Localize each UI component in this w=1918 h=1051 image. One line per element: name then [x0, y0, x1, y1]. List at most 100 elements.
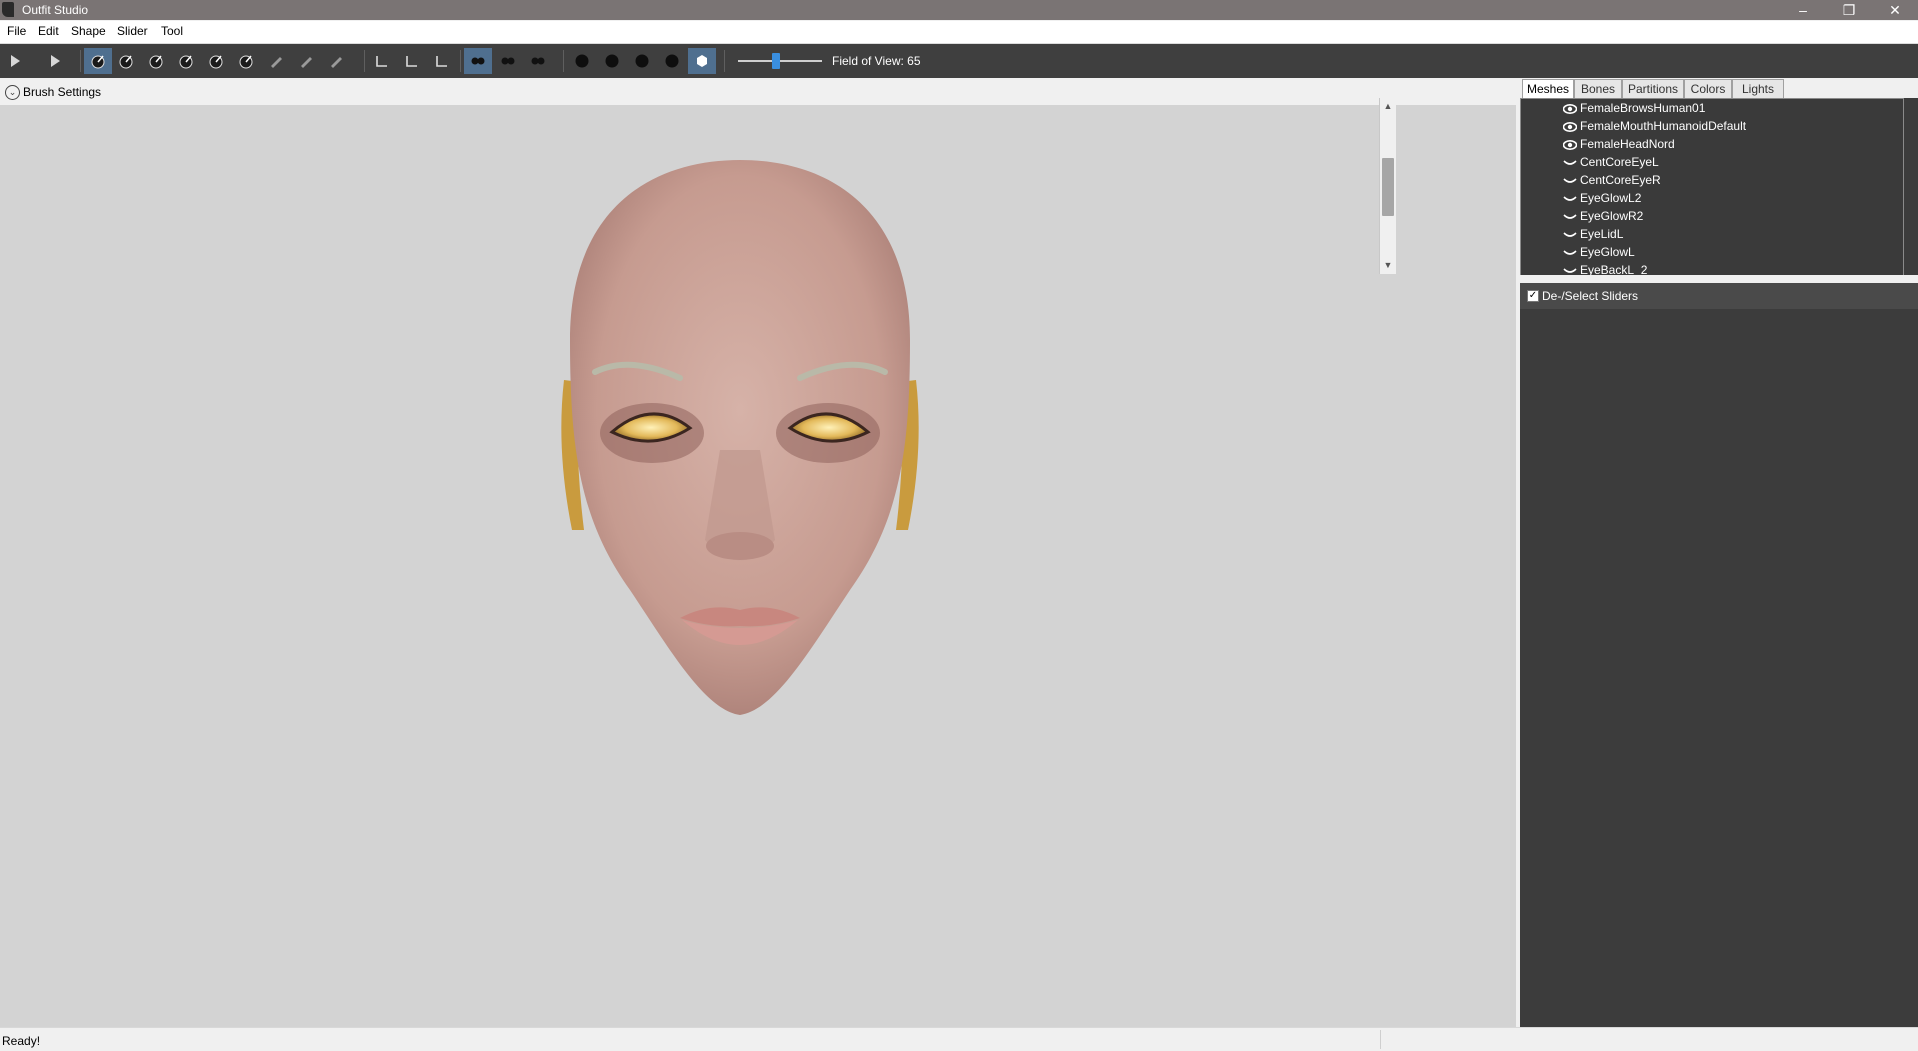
deflate-brush-icon: [179, 55, 193, 69]
mask-visible-button[interactable]: [688, 48, 716, 74]
closed-eye-icon[interactable]: [1563, 176, 1577, 186]
color-paint-button[interactable]: [292, 48, 320, 74]
scroll-down-icon[interactable]: ▼: [1383, 260, 1393, 270]
menu-file[interactable]: File: [7, 24, 26, 38]
mesh-item[interactable]: EyeBackL_2: [1563, 261, 1647, 275]
scrollbar-thumb[interactable]: [1382, 158, 1394, 216]
select-tool-button[interactable]: [2, 48, 30, 74]
smooth-brush-button[interactable]: [232, 48, 260, 74]
collapse-vertex-icon: [376, 56, 387, 67]
connected-only-icon: [501, 57, 515, 65]
mesh-name: CentCoreEyeR: [1580, 173, 1661, 187]
weight-paint-icon: [271, 57, 282, 68]
transform-tool-button[interactable]: [42, 48, 70, 74]
edge-tool-icon: [436, 56, 447, 67]
standard-brush-button[interactable]: [84, 48, 112, 74]
minimize-button[interactable]: –: [1780, 0, 1826, 20]
transform-tool-icon: [51, 55, 60, 67]
move-brush-button[interactable]: [202, 48, 230, 74]
tab-bones[interactable]: Bones: [1574, 79, 1622, 98]
textures-icon: [665, 54, 679, 68]
toolbar-separator: [563, 50, 564, 72]
mesh-name: FemaleBrowsHuman01: [1580, 101, 1706, 115]
tab-lights[interactable]: Lights: [1732, 79, 1784, 98]
3d-viewport[interactable]: [0, 105, 1516, 1027]
closed-eye-icon[interactable]: [1563, 194, 1577, 204]
status-bar: Ready!: [0, 1027, 1918, 1051]
closed-eye-icon[interactable]: [1563, 230, 1577, 240]
fov-slider-thumb[interactable]: [772, 53, 780, 69]
mesh-name: CentCoreEyeL: [1580, 155, 1659, 169]
eye-icon[interactable]: [1563, 139, 1577, 150]
wireframe-icon: [605, 54, 619, 68]
chevron-down-icon[interactable]: ⌄: [5, 85, 20, 100]
mesh-item[interactable]: CentCoreEyeL: [1563, 153, 1659, 171]
select-tool-icon: [11, 55, 20, 67]
lighting-icon: [635, 54, 649, 68]
connected-only-button[interactable]: [494, 48, 522, 74]
sliders-header-label: De-/Select Sliders: [1542, 289, 1639, 303]
mask-brush-button[interactable]: [112, 48, 140, 74]
status-text: Ready!: [2, 1034, 41, 1048]
menu-slider[interactable]: Slider: [117, 24, 148, 38]
fov-slider-track: [738, 60, 822, 62]
edge-tool-button[interactable]: [428, 48, 456, 74]
mesh-item[interactable]: FemaleMouthHumanoidDefault: [1563, 117, 1746, 135]
menu-edit[interactable]: Edit: [38, 24, 59, 38]
show-points-button[interactable]: [568, 48, 596, 74]
menu-tool[interactable]: Tool: [161, 24, 183, 38]
mesh-name: FemaleMouthHumanoidDefault: [1580, 119, 1747, 133]
global-brush-icon: [531, 57, 545, 65]
lighting-button[interactable]: [628, 48, 656, 74]
eye-icon[interactable]: [1563, 103, 1577, 114]
tab-colors[interactable]: Colors: [1684, 79, 1732, 98]
collapse-vertex-button[interactable]: [368, 48, 396, 74]
toolbar-separator: [364, 50, 365, 72]
mesh-item[interactable]: CentCoreEyeR: [1563, 171, 1661, 189]
closed-eye-icon[interactable]: [1563, 248, 1577, 258]
panel-splitter[interactable]: [1520, 275, 1918, 283]
mesh-item[interactable]: EyeGlowR2: [1563, 207, 1643, 225]
menu-bar: File Edit Shape Slider Tool: [0, 21, 1918, 44]
mesh-list-scrollbar[interactable]: ▲ ▼: [1379, 98, 1396, 274]
brush-settings-label: Brush Settings: [23, 85, 102, 99]
weight-paint-button[interactable]: [262, 48, 290, 74]
mesh-name: EyeGlowR2: [1580, 209, 1644, 223]
sliders-list[interactable]: [1520, 309, 1918, 1027]
brush-settings-bar[interactable]: ⌄ Brush Settings: [0, 79, 1516, 105]
x-mirror-button[interactable]: [464, 48, 492, 74]
menu-shape[interactable]: Shape: [71, 24, 106, 38]
nose-tip: [706, 532, 774, 560]
tab-meshes[interactable]: Meshes: [1522, 79, 1574, 98]
restore-button[interactable]: ❐: [1826, 0, 1872, 20]
mesh-item[interactable]: FemaleBrowsHuman01: [1563, 99, 1705, 117]
wireframe-button[interactable]: [598, 48, 626, 74]
head-mesh-render: [561, 160, 919, 715]
standard-brush-icon: [91, 55, 105, 69]
mesh-list[interactable]: FemaleBrowsHuman01 FemaleMouthHumanoidDe…: [1520, 98, 1904, 276]
mesh-item[interactable]: EyeLidL: [1563, 225, 1623, 243]
close-button[interactable]: ✕: [1872, 0, 1918, 20]
panel-tabs: Meshes Bones Partitions Colors Lights: [1520, 79, 1918, 98]
eye-icon[interactable]: [1563, 121, 1577, 132]
deflate-brush-button[interactable]: [172, 48, 200, 74]
alpha-paint-button[interactable]: [322, 48, 350, 74]
toolbar-separator: [460, 50, 461, 72]
pin-button[interactable]: [398, 48, 426, 74]
global-brush-button[interactable]: [524, 48, 552, 74]
title-bar: Outfit Studio – ❐ ✕: [0, 0, 1918, 20]
mask-brush-icon: [119, 55, 133, 69]
mesh-item[interactable]: EyeGlowL2: [1563, 189, 1641, 207]
closed-eye-icon[interactable]: [1563, 158, 1577, 168]
mesh-name: EyeGlowL2: [1580, 191, 1642, 205]
window-title: Outfit Studio: [22, 3, 89, 17]
fov-slider[interactable]: [738, 53, 822, 69]
inflate-brush-button[interactable]: [142, 48, 170, 74]
tab-partitions[interactable]: Partitions: [1622, 79, 1684, 98]
textures-button[interactable]: [658, 48, 686, 74]
mesh-item[interactable]: FemaleHeadNord: [1563, 135, 1675, 153]
mesh-item[interactable]: EyeGlowL: [1563, 243, 1635, 261]
closed-eye-icon[interactable]: [1563, 212, 1577, 222]
scroll-up-icon[interactable]: ▲: [1383, 101, 1393, 111]
select-sliders-checkbox[interactable]: ✓: [1527, 290, 1539, 302]
